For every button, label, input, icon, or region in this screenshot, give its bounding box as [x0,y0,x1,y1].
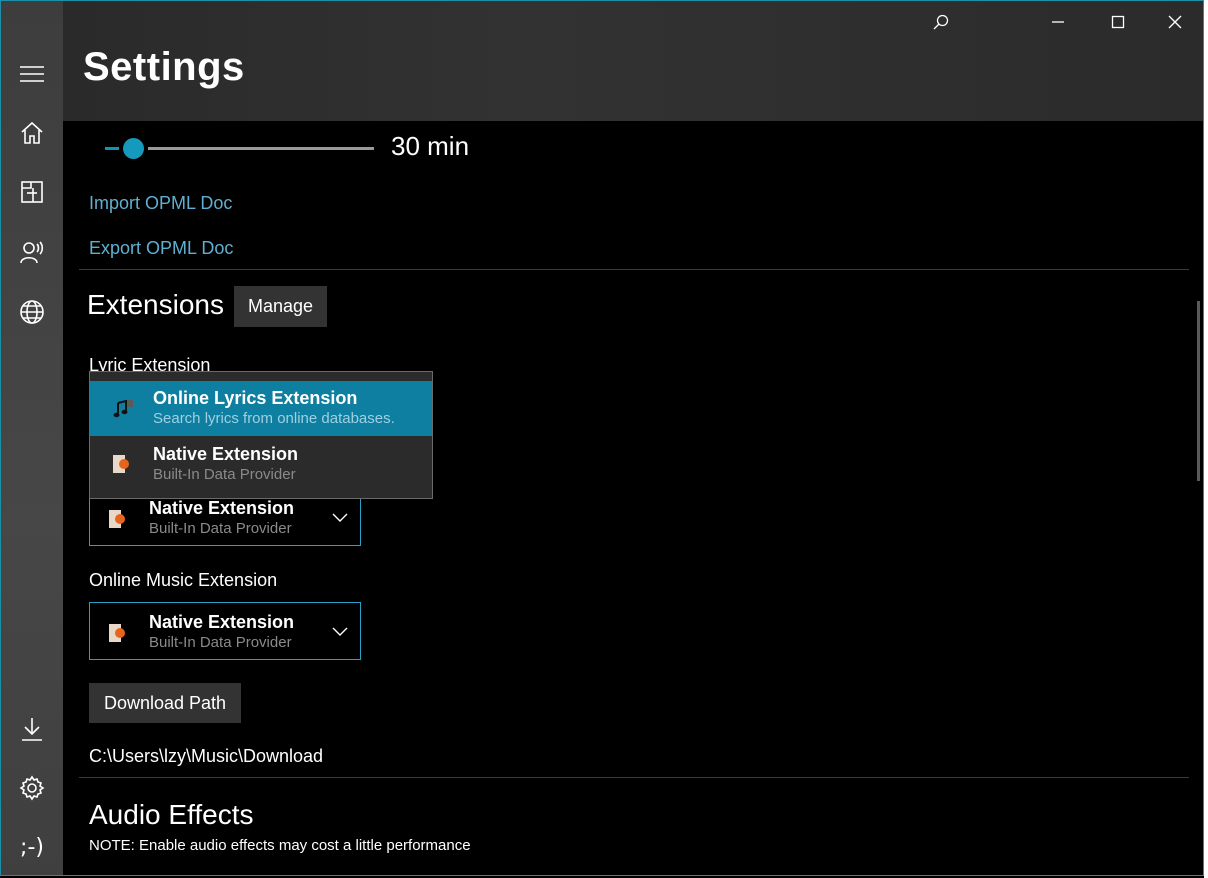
library-icon[interactable] [14,174,50,210]
divider [79,777,1189,778]
settings-content: 30 min Import OPML Doc Export OPML Doc E… [63,121,1203,875]
navigation-rail: ;-) [1,1,63,875]
native-extension-icon [108,623,126,643]
chevron-down-icon [332,627,348,636]
dropdown-option-native-extension[interactable]: Native Extension Built-In Data Provider [90,436,432,491]
app-window: ;-) Settings 30 min Import OPML Doc Expo… [0,0,1204,876]
podcast-icon[interactable] [14,234,50,270]
combo-subtitle: Built-In Data Provider [149,520,292,537]
home-icon[interactable] [14,115,50,151]
slider-thumb[interactable] [123,138,144,159]
native-extension-icon [112,454,130,474]
settings-gear-icon[interactable] [14,770,50,806]
audio-effects-heading: Audio Effects [89,799,254,830]
chevron-down-icon [332,513,348,522]
slider-track[interactable] [148,147,374,150]
vertical-scrollbar[interactable] [1197,301,1200,481]
slider-value-label: 30 min [391,131,470,161]
import-opml-link[interactable]: Import OPML Doc [89,193,232,214]
dropdown-option-online-lyrics[interactable]: Online Lyrics Extension Search lyrics fr… [90,381,432,436]
online-music-extension-combobox[interactable]: Native Extension Built-In Data Provider [89,602,361,660]
download-icon[interactable] [14,711,50,747]
audio-effects-note: NOTE: Enable audio effects may cost a li… [89,837,471,854]
option-title: Native Extension [153,444,299,464]
close-icon[interactable] [1155,9,1195,35]
page-title: Settings [83,45,245,89]
globe-icon[interactable] [14,294,50,330]
minimize-icon[interactable] [1038,9,1078,35]
option-subtitle: Built-In Data Provider [153,466,296,483]
page-header: Settings [63,1,1203,121]
option-subtitle: Search lyrics from online databases. [153,410,395,427]
manage-button[interactable]: Manage [234,286,327,327]
combo-title: Native Extension [149,612,295,632]
online-music-extension-label: Online Music Extension [89,570,278,590]
search-icon[interactable] [921,9,961,35]
option-title: Online Lyrics Extension [153,388,358,408]
native-extension-icon [108,509,126,529]
divider [79,269,1189,270]
maximize-icon[interactable] [1098,9,1138,35]
background-window-edge [1204,0,1208,878]
download-path-button[interactable]: Download Path [89,683,241,723]
hamburger-menu-icon[interactable] [14,56,50,92]
download-path-text: C:\Users\lzy\Music\Download [89,746,324,766]
slider-fill [105,147,119,150]
extensions-heading: Extensions [87,289,224,320]
lyric-extension-dropdown-list: Online Lyrics Extension Search lyrics fr… [89,371,433,499]
combo-subtitle: Built-In Data Provider [149,634,292,651]
export-opml-link[interactable]: Export OPML Doc [89,238,233,259]
feedback-emoticon[interactable]: ;-) [14,829,50,865]
music-note-icon [112,398,133,418]
combo-title: Native Extension [149,498,295,518]
